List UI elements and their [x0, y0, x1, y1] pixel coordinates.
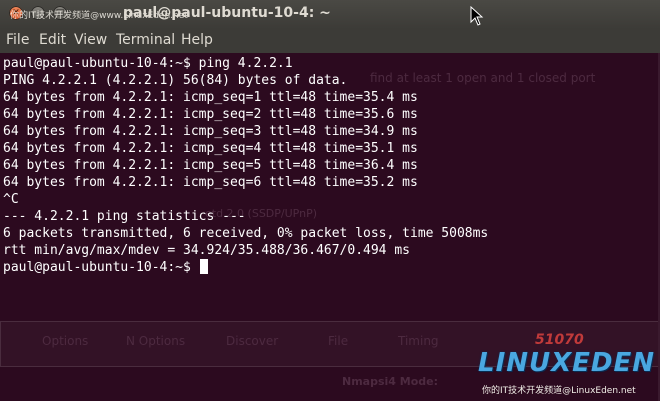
terminal-prompt: paul@paul-ubuntu-10-4:~$	[3, 260, 199, 275]
mouse-pointer-icon	[470, 6, 484, 26]
terminal-window: ✕ – □ 你的IT技术开发频道@www.LinuxEden.net paul@…	[0, 0, 660, 401]
ghost-tab-options: Options	[42, 334, 89, 348]
terminal-output: paul@paul-ubuntu-10-4:~$ ping 4.2.2.1 PI…	[3, 55, 488, 276]
terminal-line: 64 bytes from 4.2.2.1: icmp_seq=3 ttl=48…	[3, 124, 418, 139]
watermark-bottom: 你的IT技术开发频道@LinuxEden.net	[482, 386, 636, 396]
menu-view[interactable]: View	[74, 32, 107, 48]
terminal-line: --- 4.2.2.1 ping statistics ---	[3, 209, 246, 224]
terminal-line: 64 bytes from 4.2.2.1: icmp_seq=2 ttl=48…	[3, 107, 418, 122]
terminal-line: 6 packets transmitted, 6 received, 0% pa…	[3, 226, 489, 241]
terminal-prompt-line[interactable]: paul@paul-ubuntu-10-4:~$	[3, 259, 488, 276]
terminal-line: 64 bytes from 4.2.2.1: icmp_seq=4 ttl=48…	[3, 141, 418, 156]
terminal-line: ^C	[3, 192, 19, 207]
menu-terminal[interactable]: Terminal	[116, 32, 175, 48]
terminal-line: rtt min/avg/max/mdev = 34.924/35.488/36.…	[3, 243, 410, 258]
logo-number: 51070	[535, 332, 584, 348]
terminal-line: 64 bytes from 4.2.2.1: icmp_seq=6 ttl=48…	[3, 175, 418, 190]
linuxeden-logo: LINUXEDEN	[478, 348, 656, 378]
terminal-line: 64 bytes from 4.2.2.1: icmp_seq=1 ttl=48…	[3, 90, 418, 105]
menu-help[interactable]: Help	[181, 32, 213, 48]
terminal-line: 64 bytes from 4.2.2.1: icmp_seq=5 ttl=48…	[3, 158, 418, 173]
ghost-tab-n-options: N Options	[126, 334, 186, 348]
title-bar[interactable]: ✕ – □ 你的IT技术开发频道@www.LinuxEden.net paul@…	[0, 0, 660, 29]
ghost-tab-discover: Discover	[226, 334, 279, 348]
menu-bar: File Edit View Terminal Help	[0, 29, 660, 53]
ghost-tab-file: File	[328, 334, 349, 348]
ghost-mode-text: Nmapsi4 Mode:	[342, 375, 439, 388]
window-title: paul@paul-ubuntu-10-4: ~	[123, 5, 331, 21]
menu-edit[interactable]: Edit	[39, 32, 66, 48]
ghost-tab-timing: Timing	[398, 334, 439, 348]
terminal-line: paul@paul-ubuntu-10-4:~$ ping 4.2.2.1	[3, 56, 293, 71]
terminal-line: PING 4.2.2.1 (4.2.2.1) 56(84) bytes of d…	[3, 73, 348, 88]
text-cursor	[199, 259, 208, 274]
menu-file[interactable]: File	[6, 32, 29, 48]
